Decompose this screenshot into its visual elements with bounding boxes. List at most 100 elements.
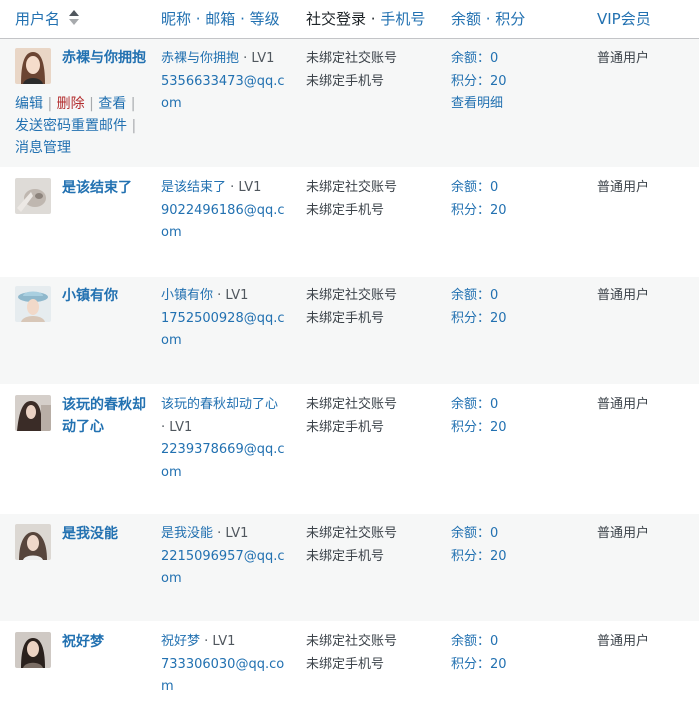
email-link[interactable]: 733306030@qq.com bbox=[161, 657, 284, 695]
social-status: 未绑定社交账号 bbox=[306, 634, 398, 649]
points-line: 积分：20 bbox=[451, 308, 571, 331]
column-vip-header[interactable]: VIP会员 bbox=[597, 9, 651, 29]
balance-line: 余额：0 bbox=[451, 523, 571, 546]
column-balance-header[interactable]: 余额 · 积分 bbox=[451, 9, 525, 29]
social-status: 未绑定社交账号 bbox=[306, 51, 398, 66]
email-link[interactable]: 5356633473@qq.com bbox=[161, 74, 285, 112]
balance-value: 0 bbox=[490, 526, 499, 541]
email-link[interactable]: 2239378669@qq.com bbox=[161, 442, 285, 480]
social-phone-info: 未绑定社交账号 未绑定手机号 bbox=[306, 177, 436, 222]
balance-value: 0 bbox=[490, 288, 499, 303]
column-social-label: 社交登录 bbox=[306, 10, 367, 28]
phone-status: 未绑定手机号 bbox=[306, 656, 385, 672]
view-detail-link[interactable]: 查看明细 bbox=[451, 93, 571, 116]
balance-info: 余额：0 积分：20 查看明细 bbox=[451, 48, 571, 116]
username-link[interactable]: 祝好梦 bbox=[62, 631, 147, 653]
column-vip-label[interactable]: VIP会员 bbox=[597, 10, 651, 28]
balance-line: 余额：0 bbox=[451, 394, 571, 417]
table-row: 小镇有你 小镇有你 · LV1 1752500928@qq.com 未绑定社交账… bbox=[0, 277, 699, 384]
avatar bbox=[15, 395, 51, 431]
points-value: 20 bbox=[490, 656, 507, 672]
sort-icon[interactable] bbox=[68, 9, 79, 27]
points-value: 20 bbox=[490, 310, 507, 326]
social-status: 未绑定社交账号 bbox=[306, 180, 398, 195]
nickname-link[interactable]: 小镇有你 bbox=[161, 288, 213, 303]
social-status: 未绑定社交账号 bbox=[306, 288, 398, 303]
phone-status: 未绑定手机号 bbox=[306, 73, 385, 89]
balance-line: 余额：0 bbox=[451, 285, 571, 308]
avatar bbox=[15, 632, 51, 668]
username-link[interactable]: 是该结束了 bbox=[62, 177, 147, 199]
avatar bbox=[15, 178, 51, 214]
user-info: 祝好梦 · LV1 733306030@qq.com bbox=[161, 631, 291, 699]
nickname-link[interactable]: 该玩的春秋却动了心 bbox=[161, 397, 278, 412]
email-link[interactable]: 9022496186@qq.com bbox=[161, 203, 285, 241]
points-value: 20 bbox=[490, 548, 507, 564]
membership-status: 普通用户 bbox=[597, 634, 650, 649]
balance-label: 余额： bbox=[451, 634, 491, 649]
membership-status: 普通用户 bbox=[597, 51, 650, 66]
username-link[interactable]: 该玩的春秋却动了心 bbox=[62, 394, 147, 438]
username-link[interactable]: 赤裸与你拥抱 bbox=[62, 47, 147, 69]
membership-status: 普通用户 bbox=[597, 288, 650, 303]
messages-link[interactable]: 消息管理 bbox=[15, 140, 71, 156]
level-text: · LV1 bbox=[213, 288, 249, 303]
column-nickname-label[interactable]: 昵称 · 邮箱 · 等级 bbox=[161, 10, 280, 28]
column-username-label[interactable]: 用户名 bbox=[15, 10, 60, 28]
table-row: 该玩的春秋却动了心 该玩的春秋却动了心 · LV1 2239378669@qq.… bbox=[0, 384, 699, 514]
balance-info: 余额：0 积分：20 bbox=[451, 523, 571, 568]
delete-link[interactable]: 删除 bbox=[57, 96, 85, 112]
points-value: 20 bbox=[490, 419, 507, 435]
points-label: 积分： bbox=[451, 656, 491, 672]
points-line: 积分：20 bbox=[451, 417, 571, 440]
email-link[interactable]: 2215096957@qq.com bbox=[161, 549, 285, 587]
membership-status: 普通用户 bbox=[597, 397, 650, 412]
points-label: 积分： bbox=[451, 419, 491, 435]
nickname-link[interactable]: 是我没能 bbox=[161, 526, 213, 541]
avatar bbox=[15, 524, 51, 560]
balance-info: 余额：0 积分：20 bbox=[451, 631, 571, 676]
user-info: 是我没能 · LV1 2215096957@qq.com bbox=[161, 523, 286, 591]
balance-value: 0 bbox=[490, 51, 499, 66]
balance-line: 余额：0 bbox=[451, 48, 571, 71]
level-text: · LV1 bbox=[161, 419, 193, 435]
balance-label: 余额： bbox=[451, 51, 491, 66]
balance-value: 0 bbox=[490, 397, 499, 412]
balance-line: 余额：0 bbox=[451, 177, 571, 200]
send-reset-link[interactable]: 发送密码重置邮件 bbox=[15, 118, 127, 134]
social-phone-info: 未绑定社交账号 未绑定手机号 bbox=[306, 394, 436, 439]
social-phone-info: 未绑定社交账号 未绑定手机号 bbox=[306, 285, 436, 330]
avatar bbox=[15, 286, 51, 322]
points-label: 积分： bbox=[451, 73, 491, 89]
phone-status: 未绑定手机号 bbox=[306, 202, 385, 218]
balance-info: 余额：0 积分：20 bbox=[451, 394, 571, 439]
social-phone-info: 未绑定社交账号 未绑定手机号 bbox=[306, 523, 436, 568]
username-link[interactable]: 小镇有你 bbox=[62, 285, 147, 307]
balance-info: 余额：0 积分：20 bbox=[451, 177, 571, 222]
user-info: 该玩的春秋却动了心 · LV1 2239378669@qq.com bbox=[161, 394, 286, 484]
nickname-link[interactable]: 赤裸与你拥抱 bbox=[161, 51, 239, 66]
points-label: 积分： bbox=[451, 548, 491, 564]
level-text: · LV1 bbox=[213, 526, 249, 541]
column-nickname-header[interactable]: 昵称 · 邮箱 · 等级 bbox=[161, 9, 280, 29]
social-phone-info: 未绑定社交账号 未绑定手机号 bbox=[306, 631, 436, 676]
membership-status: 普通用户 bbox=[597, 180, 650, 195]
username-link[interactable]: 是我没能 bbox=[62, 523, 147, 545]
view-link[interactable]: 查看 bbox=[98, 96, 126, 112]
row-actions: 编辑 | 删除 | 查看 | 发送密码重置邮件 | 消息管理 bbox=[15, 96, 137, 156]
column-username-header[interactable]: 用户名 bbox=[15, 9, 79, 29]
table-row: 是我没能 是我没能 · LV1 2215096957@qq.com 未绑定社交账… bbox=[0, 514, 699, 621]
balance-line: 余额：0 bbox=[451, 631, 571, 654]
email-link[interactable]: 1752500928@qq.com bbox=[161, 311, 285, 349]
phone-status: 未绑定手机号 bbox=[306, 419, 385, 435]
nickname-link[interactable]: 是该结束了 bbox=[161, 180, 226, 195]
nickname-link[interactable]: 祝好梦 bbox=[161, 634, 200, 649]
balance-label: 余额： bbox=[451, 526, 491, 541]
balance-label: 余额： bbox=[451, 288, 491, 303]
points-line: 积分：20 bbox=[451, 71, 571, 94]
edit-link[interactable]: 编辑 bbox=[15, 96, 43, 112]
phone-status: 未绑定手机号 bbox=[306, 310, 385, 326]
column-phone-label[interactable]: 手机号 bbox=[380, 10, 425, 28]
points-line: 积分：20 bbox=[451, 654, 571, 677]
column-balance-label[interactable]: 余额 · 积分 bbox=[451, 10, 525, 28]
